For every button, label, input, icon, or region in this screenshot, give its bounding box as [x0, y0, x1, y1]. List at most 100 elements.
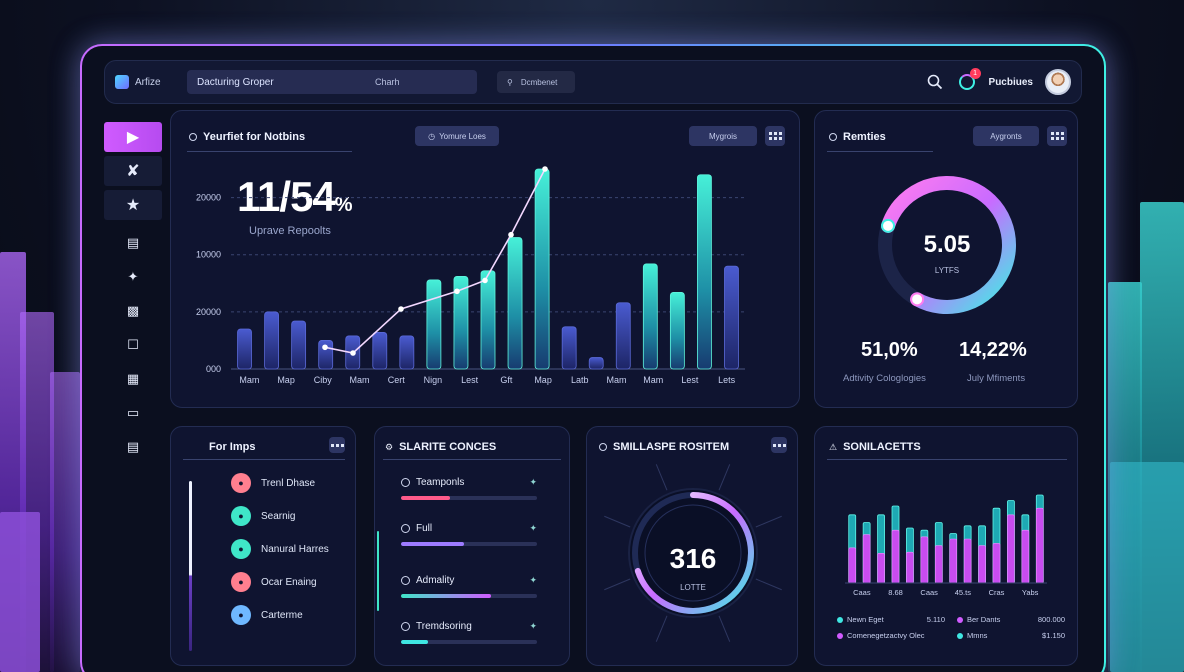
- x-tick-label: Cert: [388, 375, 406, 385]
- chart-bar: [264, 311, 279, 370]
- results-x-label: Caas: [853, 588, 871, 597]
- panel-dot-icon: [829, 133, 837, 141]
- sidebar-item-tasks[interactable]: ☐: [104, 330, 162, 360]
- kpi-chip-label: Aygronts: [990, 131, 1022, 141]
- sidebar-item-favorites[interactable]: ★: [104, 190, 162, 220]
- brand[interactable]: Arfize: [115, 75, 187, 89]
- progress-item[interactable]: Admality ✦: [401, 575, 537, 598]
- legend-swatch: [957, 616, 963, 623]
- notifications-button[interactable]: 1: [957, 68, 981, 92]
- sidebar-item-calendar[interactable]: ▦: [104, 364, 162, 394]
- gauge-spoke: [755, 515, 782, 528]
- result-bar-pink: [1007, 514, 1015, 584]
- stat2-value: 14,22%: [959, 339, 1027, 361]
- progress-track: [401, 542, 537, 546]
- star-icon: ★: [125, 197, 141, 214]
- avatar[interactable]: [1045, 69, 1071, 95]
- scroll-track[interactable]: [189, 481, 192, 651]
- progress-item-label: Teamponls: [416, 477, 465, 488]
- list-item[interactable]: ● Nanural Harres: [231, 539, 329, 559]
- stat1-value: 51,0%: [861, 339, 918, 361]
- trend-point: [398, 306, 404, 312]
- clipboard-icon: ☐: [127, 337, 139, 352]
- sidebar-item-media[interactable]: ▩: [104, 296, 162, 326]
- brand-logo-icon: [115, 75, 129, 89]
- search-input[interactable]: Dacturing Groper Charh: [187, 70, 477, 94]
- progress-track: [401, 496, 537, 500]
- progress-fill: [401, 542, 464, 546]
- top-bar: Arfize Dacturing Groper Charh ⚲ Dcmbenet…: [104, 60, 1082, 104]
- sparkle-icon: ✦: [529, 477, 537, 487]
- result-bar-pink: [920, 536, 929, 584]
- progress-item[interactable]: Full ✦: [401, 523, 537, 546]
- sidebar-item-insights[interactable]: ✦: [104, 262, 162, 292]
- brand-name: Arfize: [135, 76, 161, 88]
- trend-point: [454, 288, 460, 295]
- grid-menu-icon[interactable]: [1047, 126, 1067, 146]
- x-tick-label: Lest: [461, 375, 479, 385]
- search-value: Dacturing Groper: [197, 76, 274, 88]
- list-item-label: Searnig: [261, 510, 296, 522]
- trend-point: [350, 350, 356, 356]
- list-item-icon: ●: [231, 506, 251, 526]
- legend-value: 800.000: [1037, 615, 1065, 624]
- legend-swatch: [837, 616, 843, 623]
- gauge-spoke: [718, 464, 731, 491]
- chart-bar: [697, 174, 712, 370]
- expand-icon[interactable]: [329, 437, 345, 453]
- sidebar-item-display[interactable]: ▤: [104, 432, 162, 462]
- x-tick-label: Lets: [718, 375, 736, 385]
- trend-point: [322, 344, 328, 351]
- kpi-chip[interactable]: Aygronts: [973, 126, 1039, 146]
- list-item[interactable]: ● Carterme: [231, 605, 303, 625]
- results-panel: ⚠ SONILACETTS Caas 8.68 Caas 45.ts Cras Yabs …: [814, 426, 1078, 666]
- legend-label: Ber Dants: [967, 615, 1001, 624]
- chart-bar: [426, 279, 442, 370]
- chart-bar: [642, 263, 658, 370]
- legend-swatch: [837, 632, 843, 639]
- gauge-label: LOTTE: [680, 583, 706, 592]
- list-item-icon: ●: [231, 539, 251, 559]
- chart-bar: [615, 302, 631, 370]
- item-icon: [401, 622, 410, 631]
- expand-icon[interactable]: [771, 437, 787, 453]
- sidebar-item-terminal[interactable]: ▭: [104, 398, 162, 428]
- search-icon[interactable]: [925, 72, 945, 92]
- scroll-indicator[interactable]: [377, 531, 379, 611]
- profile-name[interactable]: Pucbiues: [989, 77, 1033, 88]
- list-item-label: Carterme: [261, 609, 303, 621]
- sparkle-icon: ✦: [127, 269, 139, 284]
- chart-bar: [291, 320, 307, 370]
- ring-label: LYTFS: [934, 266, 960, 275]
- sidebar-item-tools[interactable]: ✘: [104, 156, 162, 186]
- stat1-label: Adtivity Cologlogies: [843, 373, 926, 384]
- sidebar-item-play[interactable]: ▶: [104, 122, 162, 152]
- trend-point: [542, 166, 548, 172]
- result-bar-pink: [978, 545, 986, 584]
- results-x-label: 45.ts: [955, 588, 972, 597]
- search-center-label: Charh: [375, 77, 400, 87]
- progress-item[interactable]: Teamponls ✦: [401, 477, 537, 500]
- dashboard-button[interactable]: ⚲ Dcmbenet: [497, 71, 575, 93]
- notification-badge: 1: [969, 68, 981, 79]
- main-chart-panel: Yeurfiet for Notbins ◷ Yomure Loes Mygro…: [170, 110, 800, 408]
- gauge-spoke: [604, 515, 631, 528]
- list-item[interactable]: ● Ocar Enaing: [231, 572, 317, 592]
- conces-panel-title-text: SLARITE CONCES: [399, 441, 497, 453]
- result-bar-pink: [862, 534, 871, 584]
- result-bar-pink: [877, 553, 885, 584]
- document-icon: ▤: [126, 235, 140, 250]
- results-x-label: Cras: [989, 588, 1005, 597]
- legend-value: 5.110: [926, 615, 945, 624]
- impacts-panel-title: For Imps: [209, 441, 256, 453]
- location-pin-icon: ⚲: [507, 77, 513, 87]
- list-item[interactable]: ● Trenl Dhase: [231, 473, 315, 493]
- progress-item[interactable]: Tremdsoring ✦: [401, 621, 537, 644]
- sidebar-item-documents[interactable]: ▤: [104, 228, 162, 258]
- sidebar: ▶ ✘ ★ ▤ ✦ ▩ ☐ ▦ ▭ ▤: [104, 122, 166, 522]
- x-tick-label: Mam: [239, 375, 259, 385]
- list-item[interactable]: ● Searnig: [231, 506, 295, 526]
- dashboard-window: Arfize Dacturing Groper Charh ⚲ Dcmbenet…: [80, 44, 1106, 672]
- ring-handle[interactable]: [910, 292, 925, 307]
- y-tick-label: 20000: [196, 307, 221, 317]
